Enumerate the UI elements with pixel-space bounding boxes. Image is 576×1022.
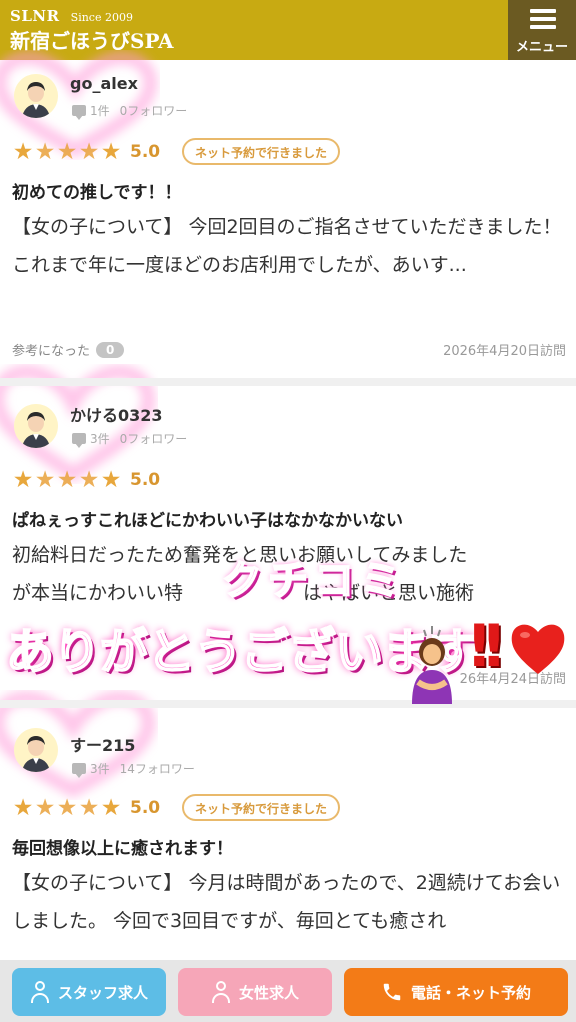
- red-heart-icon: [511, 624, 565, 674]
- user-meta: 3件 14フォロワー: [72, 760, 195, 778]
- site-logo[interactable]: SLNR Since 2009 新宿ごほうびSPA: [10, 6, 174, 54]
- user-avatar-icon: [14, 404, 58, 448]
- user-meta: 1件 0フォロワー: [72, 102, 188, 120]
- star-icon: ★: [78, 139, 100, 165]
- star-icon: ★: [78, 795, 100, 821]
- review-count: 3件: [90, 432, 110, 446]
- double-exclamation-icon: !!: [466, 612, 507, 680]
- avatar[interactable]: [14, 74, 58, 118]
- star-icon: ★: [12, 795, 34, 821]
- star-icon: ★: [56, 795, 78, 821]
- woman-emoji-icon: [412, 626, 452, 704]
- user-name[interactable]: すー215: [70, 732, 135, 756]
- star-icon: ★: [34, 795, 56, 821]
- star-icon: ★: [12, 467, 34, 493]
- review-body[interactable]: 【女の子について】 今月は時間があったので、2週続けてお会いしました。 今回で3…: [12, 864, 566, 940]
- net-reservation-badge: ネット予約で行きました: [182, 794, 341, 821]
- review-count: 3件: [90, 762, 110, 776]
- review-title[interactable]: ぱねぇっすこれほどにかわいい子はなかなかいない: [12, 506, 403, 531]
- logo-brand: SLNR: [10, 7, 60, 25]
- phone-net-reserve-label: 電話・ネット予約: [410, 983, 531, 1002]
- star-icon: ★: [34, 467, 56, 493]
- comment-icon: [72, 105, 86, 120]
- person-icon: [211, 981, 231, 1003]
- review-body-fragment: が本当にかわいい特: [12, 582, 184, 604]
- net-reservation-badge: ネット予約で行きました: [182, 138, 341, 165]
- user-avatar-icon: [14, 74, 58, 118]
- site-header: SLNR Since 2009 新宿ごほうびSPA メニュー: [0, 0, 576, 60]
- divider: [0, 378, 576, 386]
- phone-net-reserve-button[interactable]: 電話・ネット予約: [344, 968, 568, 1016]
- star-rating: ★ ★ ★ ★ ★ 5.0: [12, 468, 160, 492]
- person-icon: [30, 981, 50, 1003]
- logo-since: Since 2009: [70, 11, 133, 24]
- star-icon: ★: [100, 139, 122, 165]
- user-meta: 3件 0フォロワー: [72, 430, 188, 448]
- star-rating: ★ ★ ★ ★ ★ 5.0: [12, 796, 160, 820]
- user-name[interactable]: go_alex: [70, 74, 138, 93]
- star-icon: ★: [12, 139, 34, 165]
- review-title[interactable]: 初めての推しです！！: [12, 178, 182, 203]
- avatar[interactable]: [14, 404, 58, 448]
- star-icon: ★: [34, 139, 56, 165]
- follower-count: 14フォロワー: [119, 762, 195, 776]
- staff-recruit-label: スタッフ求人: [57, 983, 148, 1002]
- rating-score: 5.0: [130, 142, 161, 162]
- visit-date: 2026年4月20日訪問: [443, 344, 566, 359]
- star-icon: ★: [78, 467, 100, 493]
- helpful-button[interactable]: 参考になった 0: [12, 340, 125, 359]
- staff-recruit-button[interactable]: スタッフ求人: [12, 968, 166, 1016]
- user-name[interactable]: かける0323: [70, 402, 163, 426]
- overlay-kuchikomi-text: クチコミ: [221, 557, 406, 605]
- female-recruit-button[interactable]: 女性求人: [178, 968, 332, 1016]
- phone-icon: [383, 983, 401, 1001]
- review-card: go_alex 1件 0フォロワー ★ ★ ★ ★ ★ 5.0 ネット予約で行き…: [0, 60, 576, 378]
- star-icon: ★: [100, 467, 122, 493]
- hamburger-icon: [530, 9, 556, 33]
- helpful-label: 参考になった: [12, 344, 91, 359]
- avatar[interactable]: [14, 728, 58, 772]
- menu-button[interactable]: メニュー: [508, 0, 576, 60]
- bottom-action-bar: スタッフ求人 女性求人 電話・ネット予約: [0, 960, 576, 1022]
- rating-score: 5.0: [130, 470, 161, 490]
- follower-count: 0フォロワー: [119, 104, 188, 118]
- review-title[interactable]: 毎回想像以上に癒されます！: [12, 834, 233, 859]
- menu-label: メニュー: [515, 40, 568, 55]
- female-recruit-label: 女性求人: [238, 983, 299, 1002]
- review-card: すー215 3件 14フォロワー ★ ★ ★ ★ ★ 5.0 ネット予約で行きま…: [0, 708, 576, 960]
- review-body[interactable]: 【女の子について】 今回2回目のご指名させていただきました！ これまで年に一度ほ…: [12, 208, 566, 284]
- divider: [0, 700, 576, 708]
- helpful-count: 0: [96, 341, 125, 358]
- star-icon: ★: [56, 467, 78, 493]
- comment-icon: [72, 433, 86, 448]
- star-rating: ★ ★ ★ ★ ★ 5.0: [12, 140, 160, 164]
- user-avatar-icon: [14, 728, 58, 772]
- review-count: 1件: [90, 104, 110, 118]
- comment-icon: [72, 763, 86, 778]
- rating-score: 5.0: [130, 798, 161, 818]
- star-icon: ★: [100, 795, 122, 821]
- star-icon: ★: [56, 139, 78, 165]
- logo-shop-name: 新宿ごほうびSPA: [10, 29, 174, 53]
- follower-count: 0フォロワー: [119, 432, 188, 446]
